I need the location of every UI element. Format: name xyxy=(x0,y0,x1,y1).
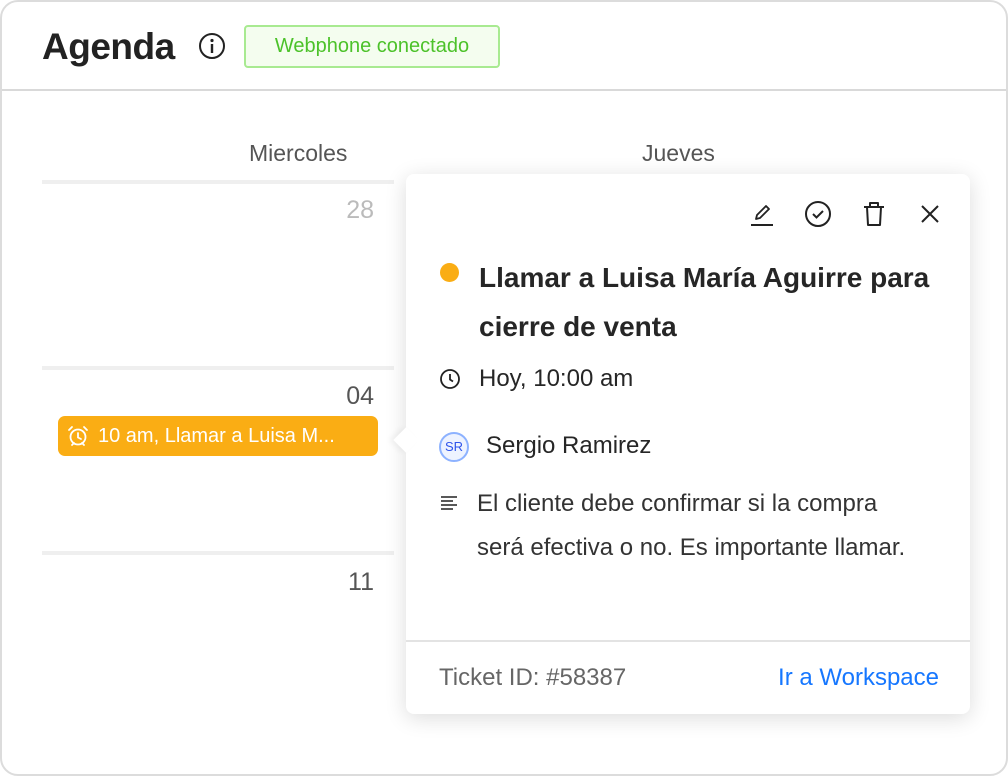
status-badge: Webphone conectado xyxy=(244,25,500,68)
alarm-clock-icon xyxy=(68,426,88,446)
description-icon xyxy=(441,496,457,510)
ticket-id: Ticket ID: #58387 xyxy=(439,664,627,691)
week-divider xyxy=(42,366,394,370)
day-number[interactable]: 28 xyxy=(346,196,374,225)
week-divider xyxy=(42,551,394,555)
event-description: El cliente debe confirmar si la compra s… xyxy=(477,490,906,561)
event-title: Llamar a Luisa María Aguirre para cierre… xyxy=(479,262,930,342)
day-number[interactable]: 04 xyxy=(346,382,374,411)
edit-icon[interactable] xyxy=(748,200,776,228)
divider xyxy=(406,640,970,642)
event-chip[interactable]: 10 am, Llamar a Luisa M... xyxy=(58,416,378,456)
go-to-workspace-link[interactable]: Ir a Workspace xyxy=(778,664,939,692)
header: Agenda Webphone conectado xyxy=(2,2,1006,91)
event-chip-label: 10 am, Llamar a Luisa M... xyxy=(98,425,335,447)
week-divider xyxy=(42,180,394,184)
event-time: Hoy, 10:00 am xyxy=(479,365,634,392)
day-number[interactable]: 11 xyxy=(348,568,374,597)
column-header-jueves: Jueves xyxy=(642,140,715,166)
avatar: SR xyxy=(439,432,469,462)
popover-arrow xyxy=(393,427,419,453)
page-title: Agenda xyxy=(42,26,175,67)
agenda-card: Agenda Webphone conectado Miercoles Juev… xyxy=(0,0,1008,776)
clock-icon xyxy=(440,369,460,389)
info-icon[interactable] xyxy=(198,32,226,60)
assignee-name: Sergio Ramirez xyxy=(486,432,652,459)
trash-icon[interactable] xyxy=(860,200,888,228)
close-icon[interactable] xyxy=(916,200,944,228)
complete-check-icon[interactable] xyxy=(804,200,832,228)
status-dot xyxy=(440,263,459,282)
column-header-miercoles: Miercoles xyxy=(249,140,348,166)
event-popover: Llamar a Luisa María Aguirre para cierre… xyxy=(393,174,970,714)
